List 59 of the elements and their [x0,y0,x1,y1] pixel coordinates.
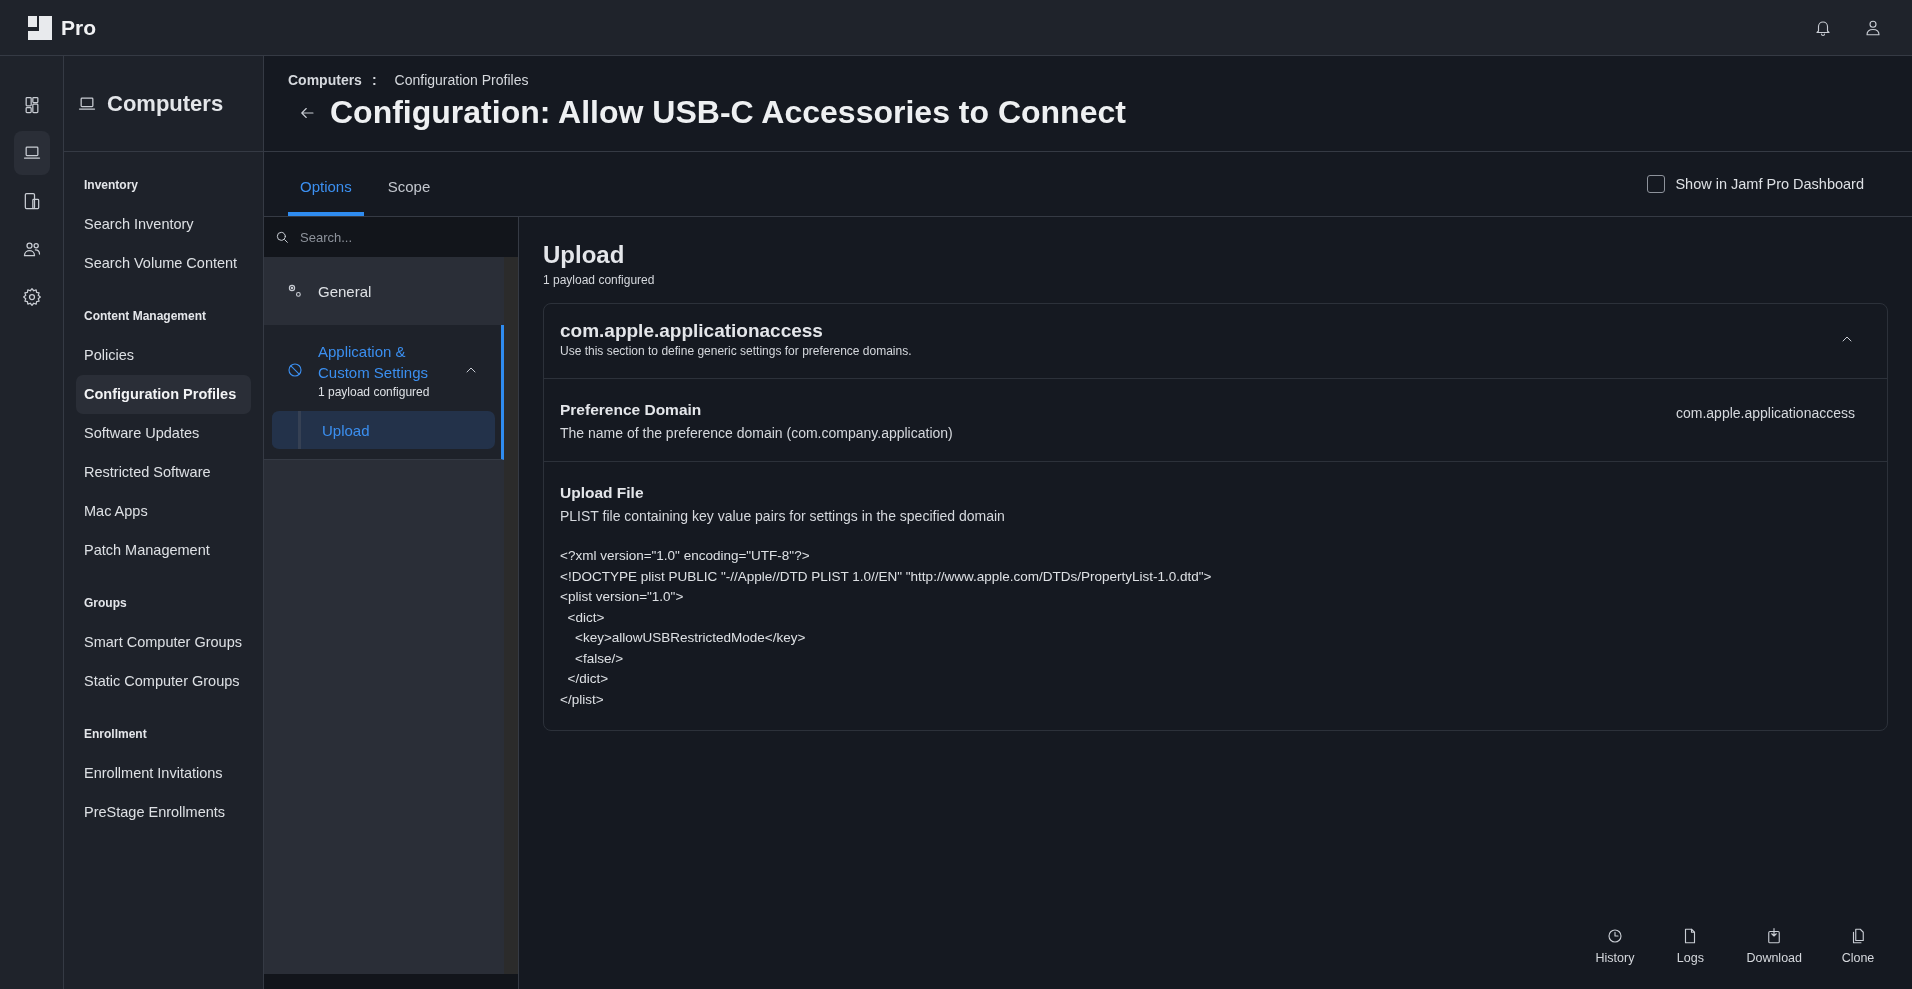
nav-item[interactable]: Enrollment Invitations [76,754,251,793]
action-button[interactable]: Clone [1828,923,1888,969]
breadcrumb-link[interactable]: Computers [288,72,362,88]
card-description: Use this section to define generic settings for preference domains. [560,344,913,358]
code-line: </plist> [560,690,605,709]
action-button[interactable]: History [1583,923,1647,969]
rail-button[interactable] [13,131,50,175]
action-button[interactable]: Logs [1660,923,1721,969]
code-line: <dict> [566,608,606,627]
nav-item[interactable]: PreStage Enrollments [76,793,251,832]
field-label: Upload File [560,484,645,502]
bell-icon [1814,18,1832,37]
tab[interactable]: Scope [375,152,443,216]
nav-item[interactable]: Restricted Software [76,453,251,492]
checkbox-label: Show in Jamf Pro Dashboard [1675,176,1864,192]
field-label: Preference Domain [560,401,703,419]
settings-icon [21,287,42,307]
nav-item[interactable]: Static Computer Groups [76,662,251,701]
nav-item[interactable]: Patch Management [76,531,251,570]
code-line: <false/> [574,649,625,668]
card-title: com.apple.applicationaccess [560,320,824,342]
nav-item[interactable]: Smart Computer Groups [76,623,251,662]
payload-subitem[interactable]: Upload [272,411,495,449]
breadcrumb-separator: : [371,72,377,88]
payload-count: 1 payload configured [543,273,656,287]
breadcrumb-link[interactable]: Configuration Profiles [394,72,529,88]
code-line: <plist version="1.0"> [560,588,685,606]
logo-text: Pro [61,15,96,40]
gears-icon [286,282,304,300]
nav-heading: Groups [83,596,128,612]
logo-icon [27,14,53,41]
action-button[interactable]: Download [1734,923,1814,969]
checkbox[interactable] [1647,175,1666,193]
nav-item[interactable]: Software Updates [76,414,251,453]
field-description: The name of the preference domain (com.company.application) [560,425,954,441]
field-description: PLIST file containing key value pairs for settings in the specified domain [560,508,1006,524]
page-title: Configuration: Allow USB-C Accessories to Connect [330,94,1126,131]
nav-item[interactable]: Policies [76,336,251,375]
section-title: Computers [107,90,224,117]
user-icon [1864,18,1882,37]
code-line: <?xml version="1.0" encoding="UTF-8"?> [560,547,811,565]
nav-item[interactable]: Search Volume Content [76,244,251,283]
nav-heading: Inventory [83,178,139,194]
field-value: com.apple.applicationaccess [1676,405,1855,423]
search-field[interactable]: Search... [264,217,518,257]
code-line: <!DOCTYPE plist PUBLIC "-//Apple//DTD PLIST 1.0//EN" "http://www.apple.com/DTDs/PropertyList-1.0.dtd"> [560,567,1213,586]
search-field[interactable]: Search... [298,228,508,246]
payload-title: Upload [543,241,626,269]
prohibited-icon [286,361,304,379]
code-line: </dict> [566,670,610,688]
nav-heading: Content Management [83,309,207,325]
nav-item[interactable]: Configuration Profiles [76,375,251,414]
nav-item[interactable]: Search Inventory [76,205,251,244]
scrollbar-track[interactable] [504,257,518,974]
clock-icon [1605,927,1624,945]
search-icon [274,229,290,245]
code-line: <key>allowUSBRestrictedMode</key> [574,629,807,647]
nav-item[interactable]: Mac Apps [76,492,251,531]
nav-heading: Enrollment [83,727,148,743]
